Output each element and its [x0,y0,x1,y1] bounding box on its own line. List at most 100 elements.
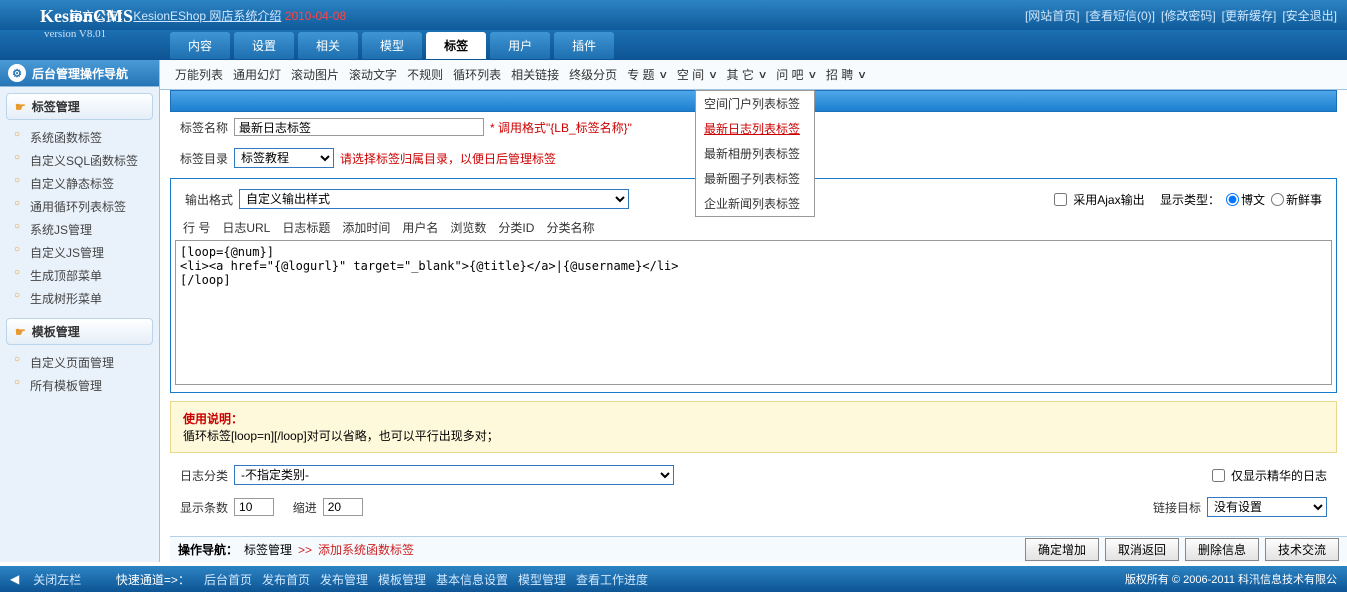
tab-插件[interactable]: 插件 [554,32,614,59]
token[interactable]: 日志标题 [282,219,330,236]
dropdown-item[interactable]: 最新日志列表标签 [696,116,814,141]
link-select[interactable]: 没有设置 [1207,497,1327,517]
tab-标签[interactable]: 标签 [426,32,486,59]
top-link[interactable]: [网站首页] [1025,7,1080,24]
token[interactable]: 分类ID [498,219,534,236]
dropdown-item[interactable]: 最新圈子列表标签 [696,166,814,191]
sidebar-group[interactable]: ☛标签管理 [6,93,153,120]
chevron-down-icon: ˅ [706,68,716,82]
subnav-item[interactable]: 终级分页 [569,66,617,83]
cat-label: 日志分类 [180,467,228,484]
tab-模型[interactable]: 模型 [362,32,422,59]
subnav-item[interactable]: 滚动图片 [291,66,339,83]
gear-icon: ⚙ [8,64,26,82]
token[interactable]: 行 号 [183,219,210,236]
tab-设置[interactable]: 设置 [234,32,294,59]
announce-link[interactable]: KesionEShop 网店系统介绍 [133,9,281,23]
name-label: 标签名称 [180,119,228,136]
indent-label: 缩进 [293,499,317,516]
footer-link[interactable]: 发布首页 [262,573,310,587]
subnav-item[interactable]: 其 它 ˅ [727,66,767,83]
subnav-item[interactable]: 招 聘 ˅ [826,66,866,83]
action-button[interactable]: 确定增加 [1025,538,1099,561]
essence-check[interactable] [1212,469,1225,482]
type-radio-blog[interactable] [1226,193,1239,206]
top-link[interactable]: [安全退出] [1282,7,1337,24]
indent-input[interactable] [323,498,363,516]
footer-link[interactable]: 查看工作进度 [576,573,648,587]
dropdown-item[interactable]: 企业新闻列表标签 [696,191,814,216]
copyright: 版权所有 © 2006-2011 科汛信息技术有限公 [1125,571,1337,587]
token[interactable]: 浏览数 [450,219,486,236]
token[interactable]: 用户名 [402,219,438,236]
action-button[interactable]: 取消返回 [1105,538,1179,561]
footer-link[interactable]: 后台首页 [204,573,252,587]
sidebar-item[interactable]: 自定义JS管理 [14,241,151,264]
link-label: 链接目标 [1153,499,1201,516]
sidebar-item[interactable]: 自定义SQL函数标签 [14,149,151,172]
dropdown-item[interactable]: 最新相册列表标签 [696,141,814,166]
chevron-down-icon: ˅ [656,68,666,82]
footer-link[interactable]: 发布管理 [320,573,368,587]
sidebar-item[interactable]: 自定义页面管理 [14,351,151,374]
sidebar-item[interactable]: 所有模板管理 [14,374,151,397]
top-link[interactable]: [查看短信(0)] [1086,7,1155,24]
subnav-item[interactable]: 万能列表 [175,66,223,83]
subnav-item[interactable]: 不规则 [407,66,443,83]
subnav-item[interactable]: 空 间 ˅ [677,66,717,83]
fmt-select[interactable]: 自定义输出样式 [239,189,629,209]
tab-相关[interactable]: 相关 [298,32,358,59]
dropdown-item[interactable]: 空间门户列表标签 [696,91,814,116]
tab-内容[interactable]: 内容 [170,32,230,59]
logo: KesionCMS [40,6,133,27]
token-row: 行 号日志URL 日志标题添加时间用户名浏览数分类ID 分类名称 [175,215,1332,240]
top-link[interactable]: [更新缓存] [1222,7,1277,24]
close-sidebar-icon[interactable]: ◀ [10,572,19,586]
cat-select[interactable]: -不指定类别- [234,465,674,485]
footer-link[interactable]: 模板管理 [378,573,426,587]
ajax-check[interactable] [1054,193,1067,206]
top-links: [网站首页] [查看短信(0)] [修改密码] [更新缓存] [安全退出] [1025,7,1337,24]
main-tabs: 内容设置相关模型标签用户插件 [170,32,614,59]
sidebar-item[interactable]: 系统JS管理 [14,218,151,241]
dir-select[interactable]: 标签教程 [234,148,334,168]
subnav-item[interactable]: 通用幻灯 [233,66,281,83]
sidebar-item[interactable]: 系统函数标签 [14,126,151,149]
footer-link[interactable]: 基本信息设置 [436,573,508,587]
name-hint: * 调用格式"{LB_标签名称}" [490,119,632,136]
subnav-item[interactable]: 滚动文字 [349,66,397,83]
usage-box: 使用说明： 循环标签[loop=n][/loop]对可以省略，也可以平行出现多对… [170,401,1337,453]
top-link[interactable]: [修改密码] [1161,7,1216,24]
code-textarea[interactable] [175,240,1332,385]
subnav-item[interactable]: 问 吧 ˅ [776,66,816,83]
action-button[interactable]: 技术交流 [1265,538,1339,561]
subnav-item[interactable]: 循环列表 [453,66,501,83]
space-dropdown[interactable]: 空间门户列表标签最新日志列表标签最新相册列表标签最新圈子列表标签企业新闻列表标签 [695,90,815,217]
footer-link[interactable]: 模型管理 [518,573,566,587]
action-button[interactable]: 删除信息 [1185,538,1259,561]
version: version V8.01 [44,28,106,40]
hand-icon: ☛ [15,100,26,114]
close-sidebar[interactable]: 关闭左栏 [33,571,81,588]
token[interactable]: 添加时间 [342,219,390,236]
sidebar-item[interactable]: 生成顶部菜单 [14,264,151,287]
token[interactable]: 分类名称 [546,219,594,236]
chevron-down-icon: ˅ [756,68,766,82]
rows-input[interactable] [234,498,274,516]
fmt-label: 输出格式 [185,191,233,208]
hand-icon: ☛ [15,325,26,339]
tab-用户[interactable]: 用户 [490,32,550,59]
sidebar-item[interactable]: 通用循环列表标签 [14,195,151,218]
subnav-item[interactable]: 专 题 ˅ [627,66,667,83]
sidebar-item[interactable]: 生成树形菜单 [14,287,151,310]
sidebar-group[interactable]: ☛模板管理 [6,318,153,345]
op-nav: 操作导航： 标签管理 >> 添加系统函数标签 确定增加取消返回删除信息技术交流 [170,536,1347,562]
dir-hint: 请选择标签归属目录，以便日后管理标签 [340,150,556,167]
token[interactable]: 日志URL [222,219,270,236]
breadcrumb-current: 添加系统函数标签 [318,541,414,558]
sidebar-item[interactable]: 自定义静态标签 [14,172,151,195]
type-radio-fresh[interactable] [1271,193,1284,206]
subnav-item[interactable]: 相关链接 [511,66,559,83]
name-input[interactable] [234,118,484,136]
breadcrumb-path[interactable]: 标签管理 [244,541,292,558]
